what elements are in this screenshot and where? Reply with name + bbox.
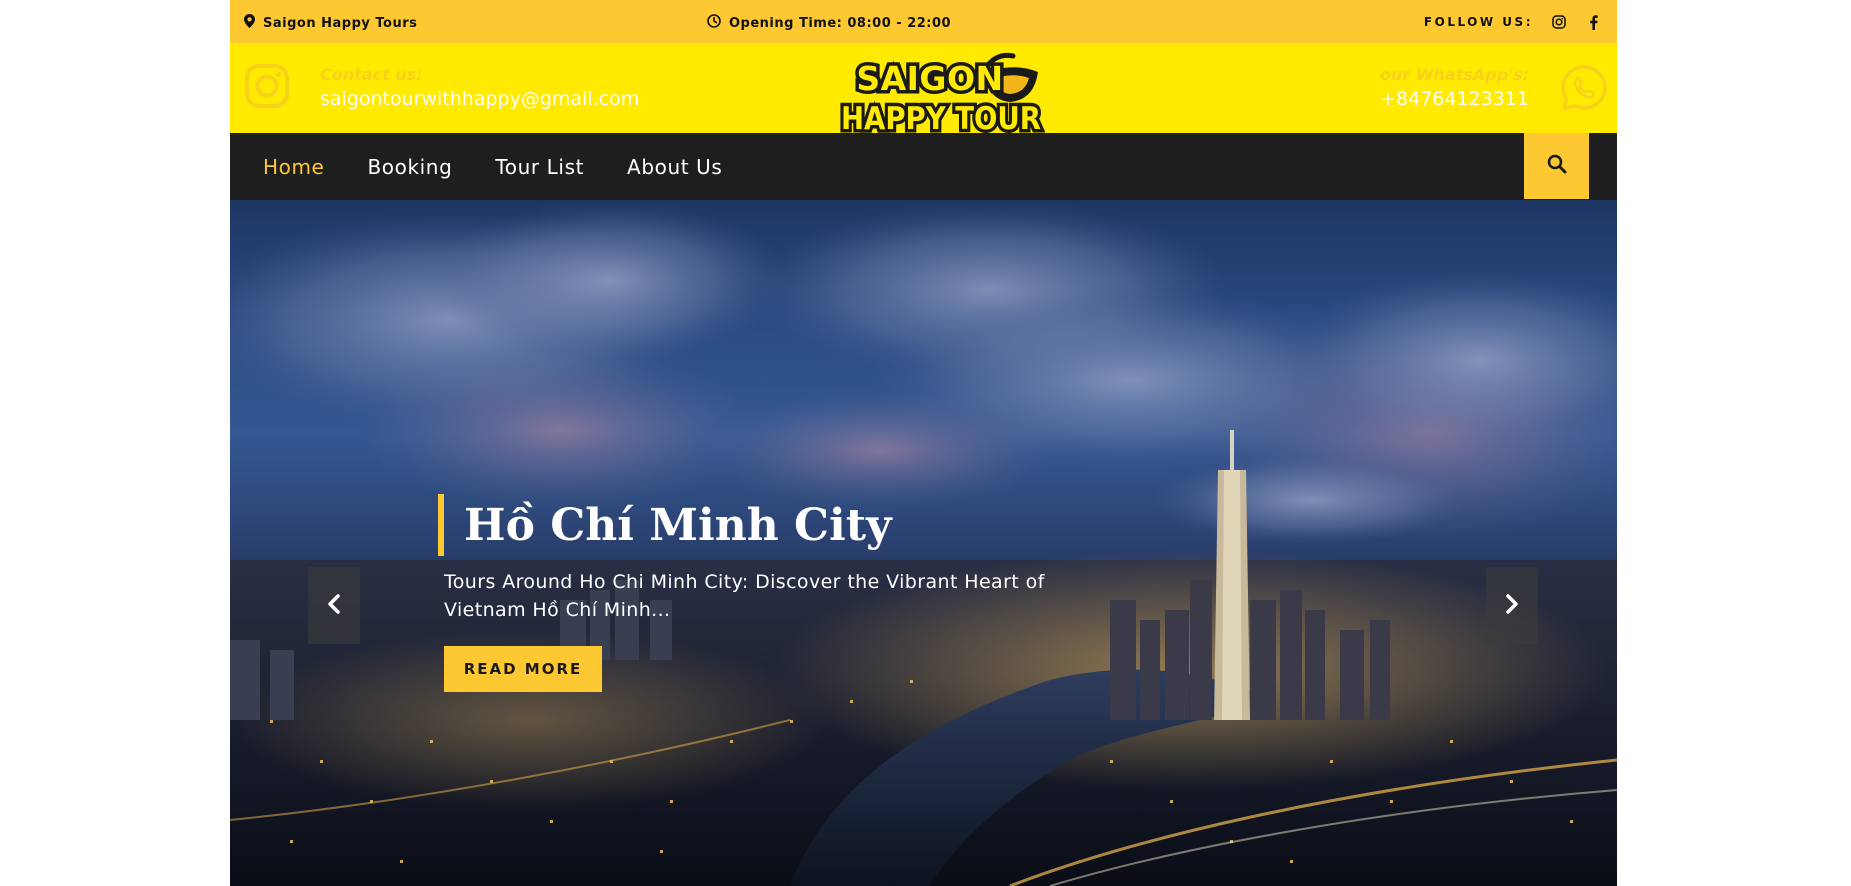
contact-bar: Contact us: saigontourwithhappy@gmail.co… xyxy=(230,43,1617,141)
opening-time: Opening Time: 08:00 - 22:00 xyxy=(707,14,951,32)
chevron-left-icon xyxy=(327,593,341,618)
slider-next-button[interactable] xyxy=(1486,567,1538,644)
opening-time-text: Opening Time: 08:00 - 22:00 xyxy=(729,15,952,31)
whatsapp-number[interactable]: +84764123311 xyxy=(1380,88,1529,110)
follow-us: FOLLOW US: xyxy=(1424,14,1601,30)
nav-item-home[interactable]: Home xyxy=(263,155,324,179)
hero-slider: Hồ Chí Minh City Tours Around Ho Chi Min… xyxy=(230,200,1617,886)
hero-description: Tours Around Ho Chi Minh City: Discover … xyxy=(444,571,1045,621)
slider-prev-button[interactable] xyxy=(308,567,360,644)
nav-item-about-us[interactable]: About Us xyxy=(627,155,722,179)
nav-item-booking[interactable]: Booking xyxy=(367,155,452,179)
email-link[interactable]: saigontourwithhappy@gmail.com xyxy=(320,88,639,110)
instagram-icon[interactable] xyxy=(244,63,290,113)
nav-item-tour-list[interactable]: Tour List xyxy=(495,155,584,179)
page: Saigon Happy Tours Opening Time: 08:00 -… xyxy=(230,0,1617,886)
chevron-right-icon xyxy=(1505,593,1519,618)
logo-line2: HAPPY TOUR xyxy=(841,101,1041,133)
site-logo[interactable]: SAIGON HAPPY TOUR xyxy=(838,48,1048,141)
search-icon xyxy=(1547,154,1567,178)
map-pin-icon xyxy=(244,14,255,32)
hero-title: Hồ Chí Minh City xyxy=(464,499,892,551)
whatsapp-label: our WhatsApp's: xyxy=(1380,65,1529,84)
read-more-button[interactable]: READ MORE xyxy=(444,646,602,692)
clock-icon xyxy=(707,14,721,32)
top-bar: Saigon Happy Tours Opening Time: 08:00 -… xyxy=(230,0,1617,43)
main-nav: Home Booking Tour List About Us xyxy=(230,133,1617,200)
whatsapp-icon[interactable] xyxy=(1559,63,1609,117)
whatsapp-contact: our WhatsApp's: +84764123311 xyxy=(1380,63,1609,117)
facebook-icon[interactable] xyxy=(1585,14,1601,30)
location-text: Saigon Happy Tours xyxy=(263,15,418,31)
instagram-icon[interactable] xyxy=(1551,14,1567,30)
email-contact: Contact us: saigontourwithhappy@gmail.co… xyxy=(244,63,639,113)
follow-label: FOLLOW US: xyxy=(1423,15,1533,29)
search-button[interactable] xyxy=(1524,133,1589,199)
hero-title-block: Hồ Chí Minh City xyxy=(438,494,892,556)
location-info: Saigon Happy Tours xyxy=(244,14,417,32)
email-label: Contact us: xyxy=(320,65,423,84)
logo-line1: SAIGON xyxy=(856,59,1003,98)
